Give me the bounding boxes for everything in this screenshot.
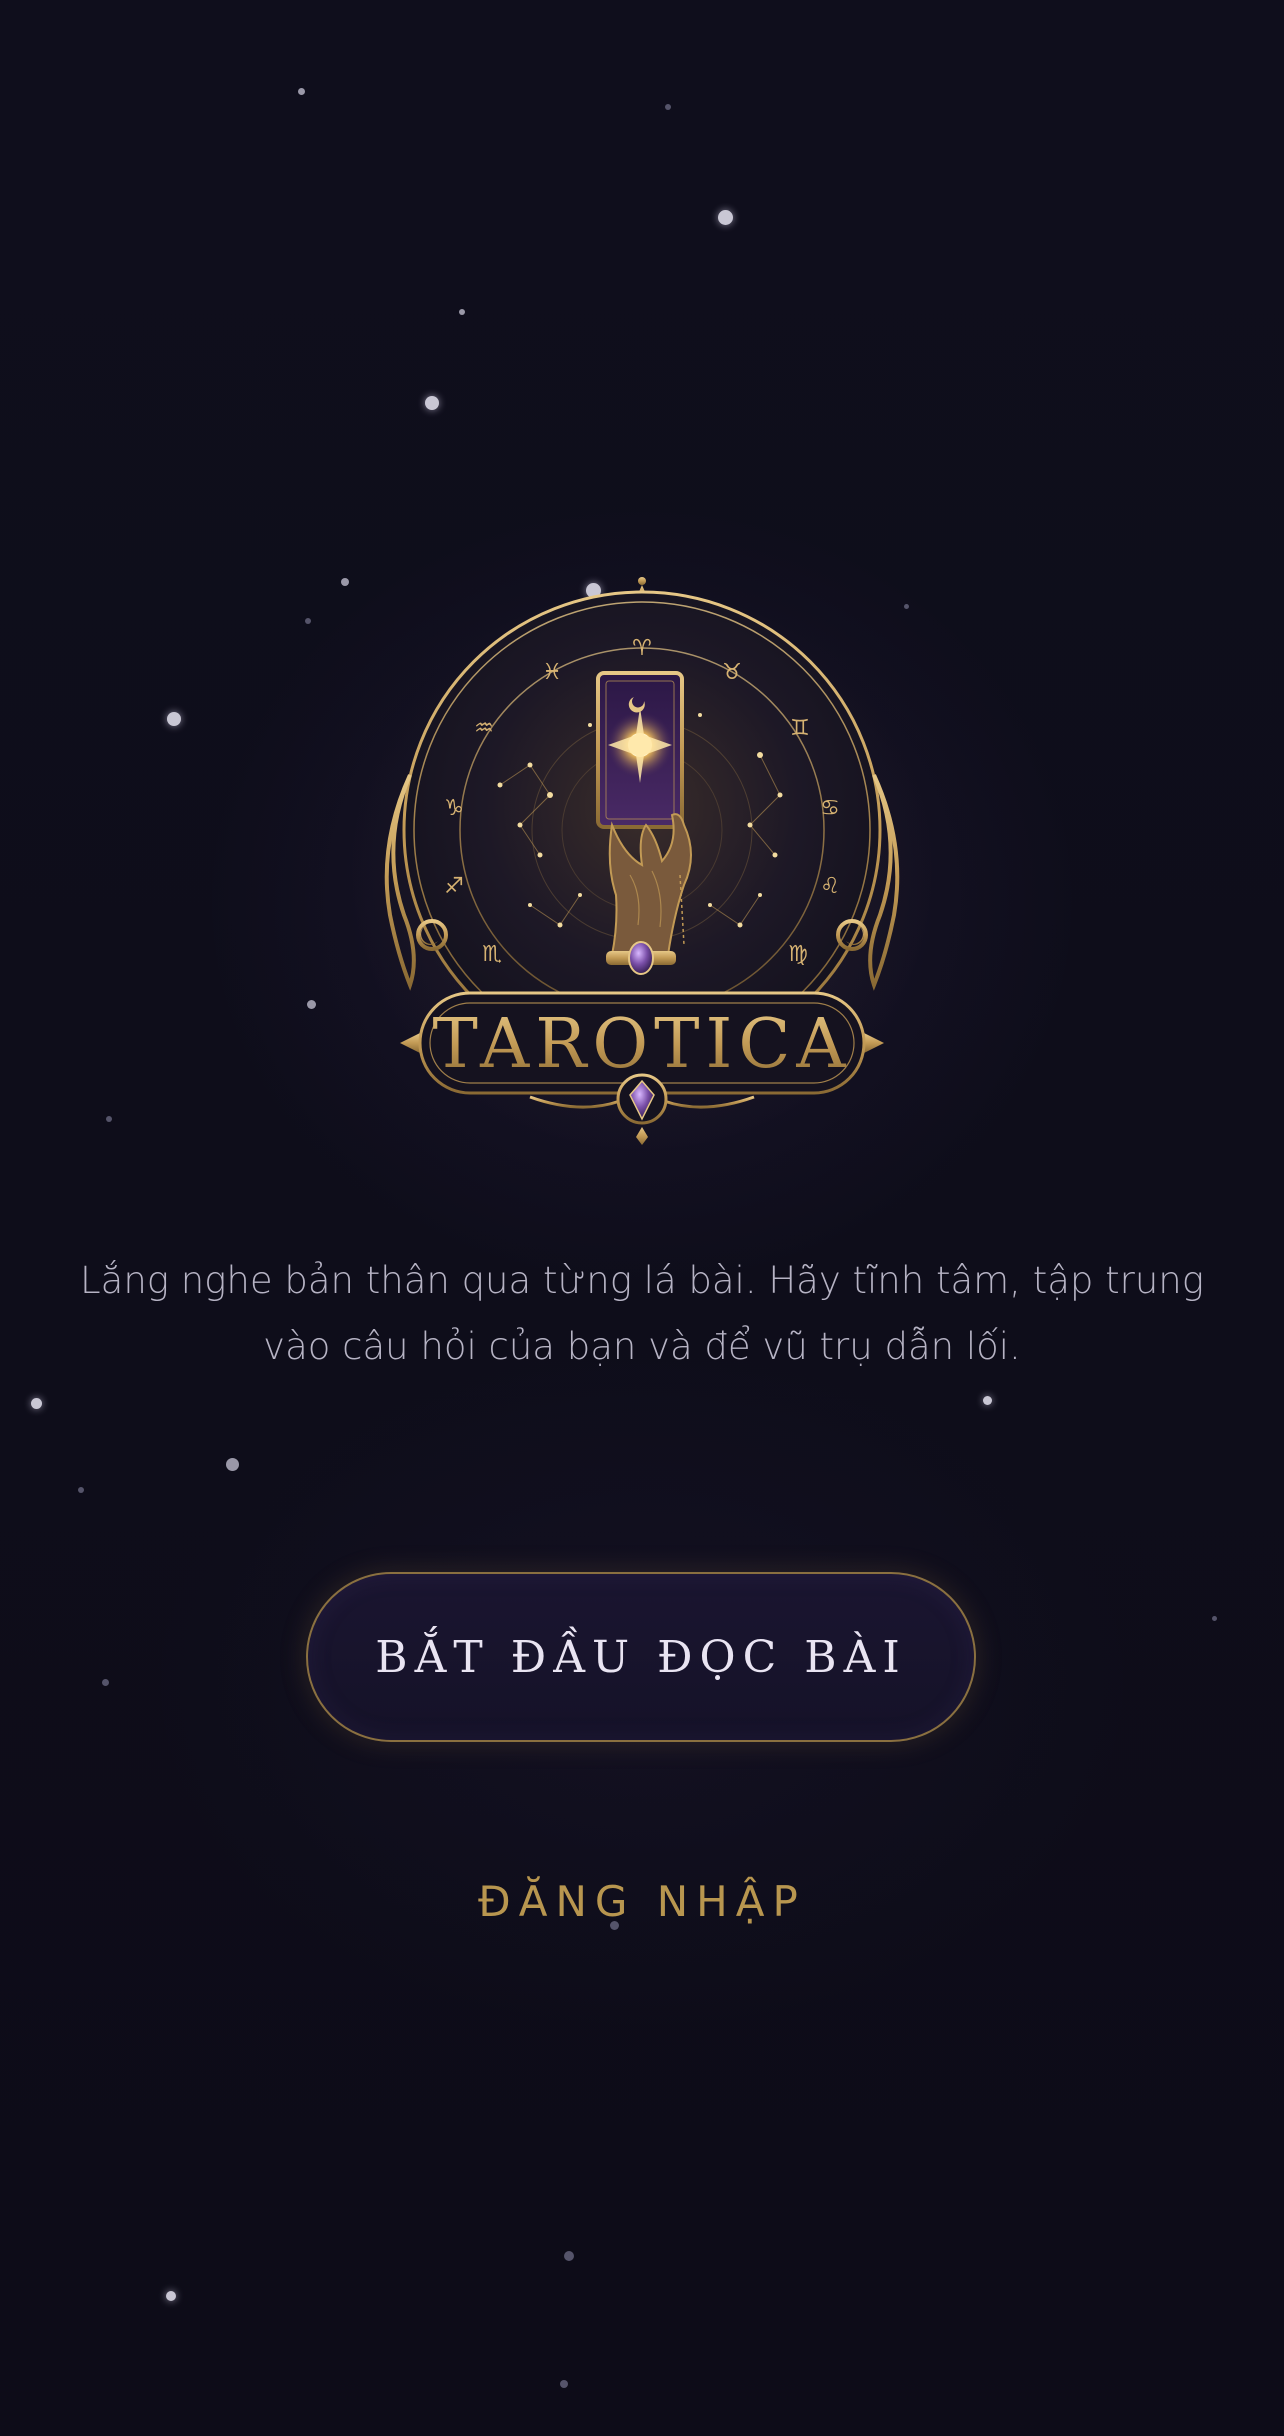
svg-text:♉: ♉ bbox=[722, 660, 742, 685]
login-label: ĐĂNG NHẬP bbox=[478, 1876, 806, 1926]
svg-text:♋: ♋ bbox=[820, 796, 840, 821]
svg-text:♈: ♈ bbox=[632, 636, 652, 661]
start-reading-label: BẮT ĐẦU ĐỌC BÀI bbox=[375, 1631, 907, 1683]
brand-name: TAROTICA bbox=[432, 1005, 851, 1084]
tarot-card-icon bbox=[596, 671, 684, 829]
intro-text: Lắng nghe bản thân qua từng lá bài. Hãy … bbox=[40, 1248, 1244, 1380]
tarotica-logo: ♈ ♉ ♊ ♋ ♌ ♍ ♓ ♒ ♑ ♐ ♏ TAROTICA bbox=[384, 577, 900, 1145]
svg-text:♌: ♌ bbox=[820, 874, 840, 899]
intro-line-2: vào câu hỏi của bạn và để vũ trụ dẫn lối… bbox=[263, 1325, 1021, 1368]
intro-line-1: Lắng nghe bản thân qua từng lá bài. Hãy … bbox=[80, 1259, 1204, 1302]
login-link[interactable]: ĐĂNG NHẬP bbox=[342, 1866, 942, 1936]
svg-text:♒: ♒ bbox=[474, 716, 494, 741]
svg-text:♑: ♑ bbox=[444, 796, 464, 821]
start-reading-button[interactable]: BẮT ĐẦU ĐỌC BÀI bbox=[306, 1572, 976, 1742]
svg-text:♊: ♊ bbox=[790, 716, 810, 741]
svg-text:♓: ♓ bbox=[542, 660, 562, 685]
welcome-screen: ♈ ♉ ♊ ♋ ♌ ♍ ♓ ♒ ♑ ♐ ♏ TAROTICA Lắng nghe… bbox=[0, 0, 1284, 2436]
svg-text:♍: ♍ bbox=[788, 942, 808, 967]
svg-text:♏: ♏ bbox=[482, 942, 502, 967]
svg-text:♐: ♐ bbox=[444, 874, 464, 899]
